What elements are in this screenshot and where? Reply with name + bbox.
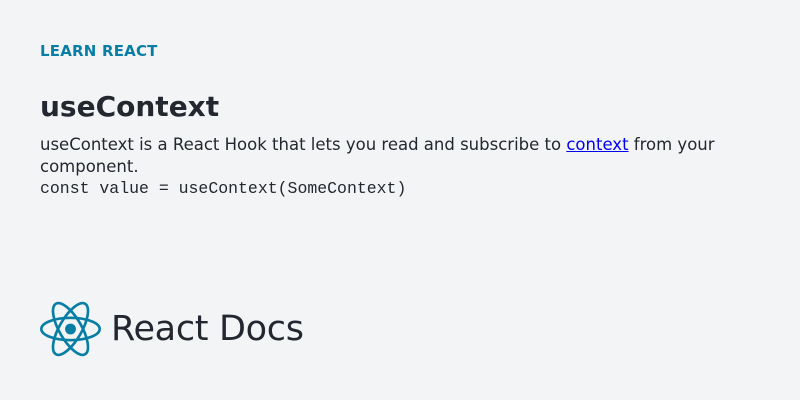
context-link[interactable]: context bbox=[566, 135, 628, 154]
react-logo-icon bbox=[40, 301, 101, 357]
page-title: useContext bbox=[40, 90, 220, 123]
page-description: useContext is a React Hook that lets you… bbox=[40, 134, 760, 178]
brand-lockup: React Docs bbox=[40, 301, 304, 357]
code-signature: const value = useContext(SomeContext) bbox=[40, 179, 407, 198]
description-text-before: useContext is a React Hook that lets you… bbox=[40, 135, 567, 154]
brand-name: React Docs bbox=[111, 309, 304, 349]
section-eyebrow: LEARN REACT bbox=[40, 42, 158, 60]
